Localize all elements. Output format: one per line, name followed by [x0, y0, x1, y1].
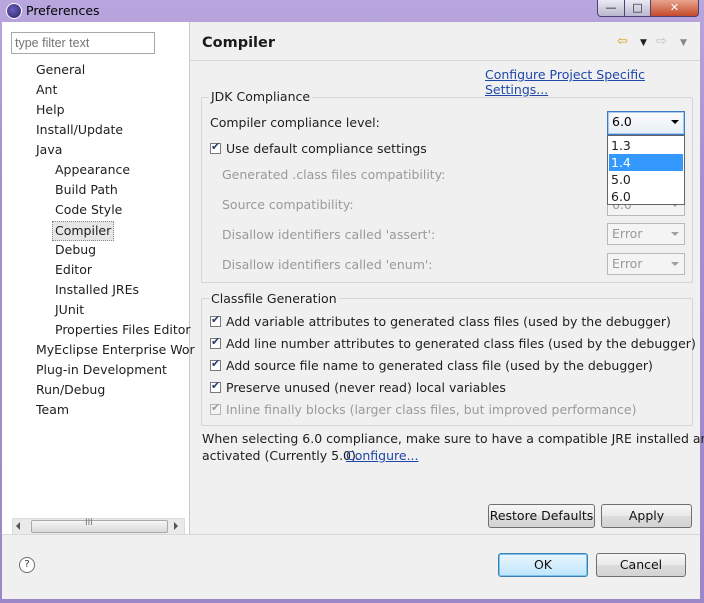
compliance-notice-line1: When selecting 6.0 compliance, make sure… — [202, 431, 704, 446]
restore-defaults-button[interactable]: Restore Defaults — [488, 504, 595, 528]
classfile-option-checkbox[interactable] — [210, 338, 221, 349]
classfile-option-label: Add source file name to generated class … — [226, 358, 653, 373]
use-default-compliance-label: Use default compliance settings — [226, 141, 427, 156]
source-compat-label: Source compatibility: — [222, 197, 354, 212]
filter-input[interactable] — [11, 32, 155, 54]
tree-item[interactable]: Ant — [36, 81, 57, 99]
tree-item[interactable]: Appearance — [55, 161, 130, 179]
header-divider — [190, 60, 700, 61]
jdk-compliance-legend: JDK Compliance — [209, 89, 312, 104]
close-button[interactable]: ✕ — [650, 0, 699, 17]
tree-item[interactable]: Installed JREs — [55, 281, 139, 299]
window-title: Preferences — [26, 3, 100, 18]
tree-item[interactable]: JUnit — [55, 301, 84, 319]
app-icon — [6, 3, 22, 19]
tree-item[interactable]: Build Path — [55, 181, 118, 199]
classfile-generation-legend: Classfile Generation — [209, 291, 339, 306]
forward-arrow-icon[interactable]: ⇨ — [656, 34, 667, 49]
chevron-down-icon — [671, 120, 679, 124]
maximize-button[interactable]: □ — [624, 0, 651, 17]
classfile-option-checkbox[interactable] — [210, 360, 221, 371]
tree-item[interactable]: Help — [36, 101, 65, 119]
classfile-option-label: Preserve unused (never read) local varia… — [226, 380, 506, 395]
disallow-enum-select[interactable]: Error — [607, 253, 685, 275]
tree-item[interactable]: Editor — [55, 261, 92, 279]
classfile-option-label: Add variable attributes to generated cla… — [226, 314, 671, 329]
tree-item[interactable]: Debug — [55, 241, 96, 259]
compliance-level-label: Compiler compliance level: — [210, 115, 380, 130]
compliance-option[interactable]: 6.0 — [609, 188, 683, 205]
tree-item[interactable]: Team — [36, 401, 69, 419]
classfile-option-checkbox[interactable] — [210, 316, 221, 327]
tree-item[interactable]: Install/Update — [36, 121, 123, 139]
compliance-option[interactable]: 1.3 — [609, 137, 683, 154]
footer-divider — [2, 534, 700, 535]
classfile-option-checkbox[interactable] — [210, 382, 221, 393]
tree-item[interactable]: General — [36, 61, 85, 79]
disallow-enum-label: Disallow identifiers called 'enum': — [222, 257, 433, 272]
tree-item[interactable]: Java — [36, 141, 62, 159]
disallow-assert-value: Error — [612, 226, 642, 241]
compliance-option[interactable]: 5.0 — [609, 171, 683, 188]
compliance-option[interactable]: 1.4 — [609, 154, 683, 171]
tree-item[interactable]: MyEclipse Enterprise Wor — [36, 341, 195, 359]
configure-project-settings-link[interactable]: Configure Project Specific Settings... — [485, 67, 704, 97]
minimize-button[interactable]: — — [597, 0, 625, 17]
ok-button[interactable]: OK — [498, 553, 588, 577]
classfile-option-checkbox[interactable] — [210, 404, 221, 415]
chevron-down-icon — [671, 262, 679, 266]
scroll-right-icon[interactable] — [174, 522, 178, 530]
preference-tree-pane — [2, 22, 190, 534]
back-menu-chevron-icon[interactable]: ▼ — [640, 38, 647, 48]
compliance-level-select[interactable]: 6.0 — [607, 111, 685, 135]
tree-item[interactable]: Run/Debug — [36, 381, 105, 399]
tree-item[interactable]: Properties Files Editor — [55, 321, 191, 339]
generated-class-compat-label: Generated .class files compatibility: — [222, 167, 445, 182]
tree-item[interactable]: Code Style — [55, 201, 122, 219]
help-icon[interactable]: ? — [19, 557, 35, 573]
scroll-left-icon[interactable] — [16, 522, 20, 530]
page-title: Compiler — [202, 35, 275, 51]
classfile-option-label: Add line number attributes to generated … — [226, 336, 696, 351]
tree-item[interactable]: Plug-in Development — [36, 361, 167, 379]
compliance-level-dropdown: 1.31.45.06.0 — [607, 135, 685, 205]
back-arrow-icon[interactable]: ⇦ — [617, 34, 628, 49]
tree-item[interactable]: Compiler — [52, 221, 114, 241]
cancel-button[interactable]: Cancel — [596, 553, 686, 577]
scroll-thumb[interactable]: III — [31, 520, 168, 533]
classfile-option-label: Inline finally blocks (larger class file… — [226, 402, 637, 417]
view-menu-chevron-icon[interactable]: ▼ — [680, 38, 687, 48]
scroll-grip: III — [85, 518, 93, 528]
apply-button[interactable]: Apply — [601, 504, 692, 528]
configure-jre-link[interactable]: Configure... — [346, 448, 419, 463]
disallow-enum-value: Error — [612, 256, 642, 271]
compliance-notice-line2: activated (Currently 5.0). — [202, 448, 360, 463]
chevron-down-icon — [671, 232, 679, 236]
use-default-compliance-checkbox[interactable] — [210, 143, 221, 154]
compliance-level-value: 6.0 — [612, 114, 632, 129]
disallow-assert-select[interactable]: Error — [607, 223, 685, 245]
disallow-assert-label: Disallow identifiers called 'assert': — [222, 227, 435, 242]
